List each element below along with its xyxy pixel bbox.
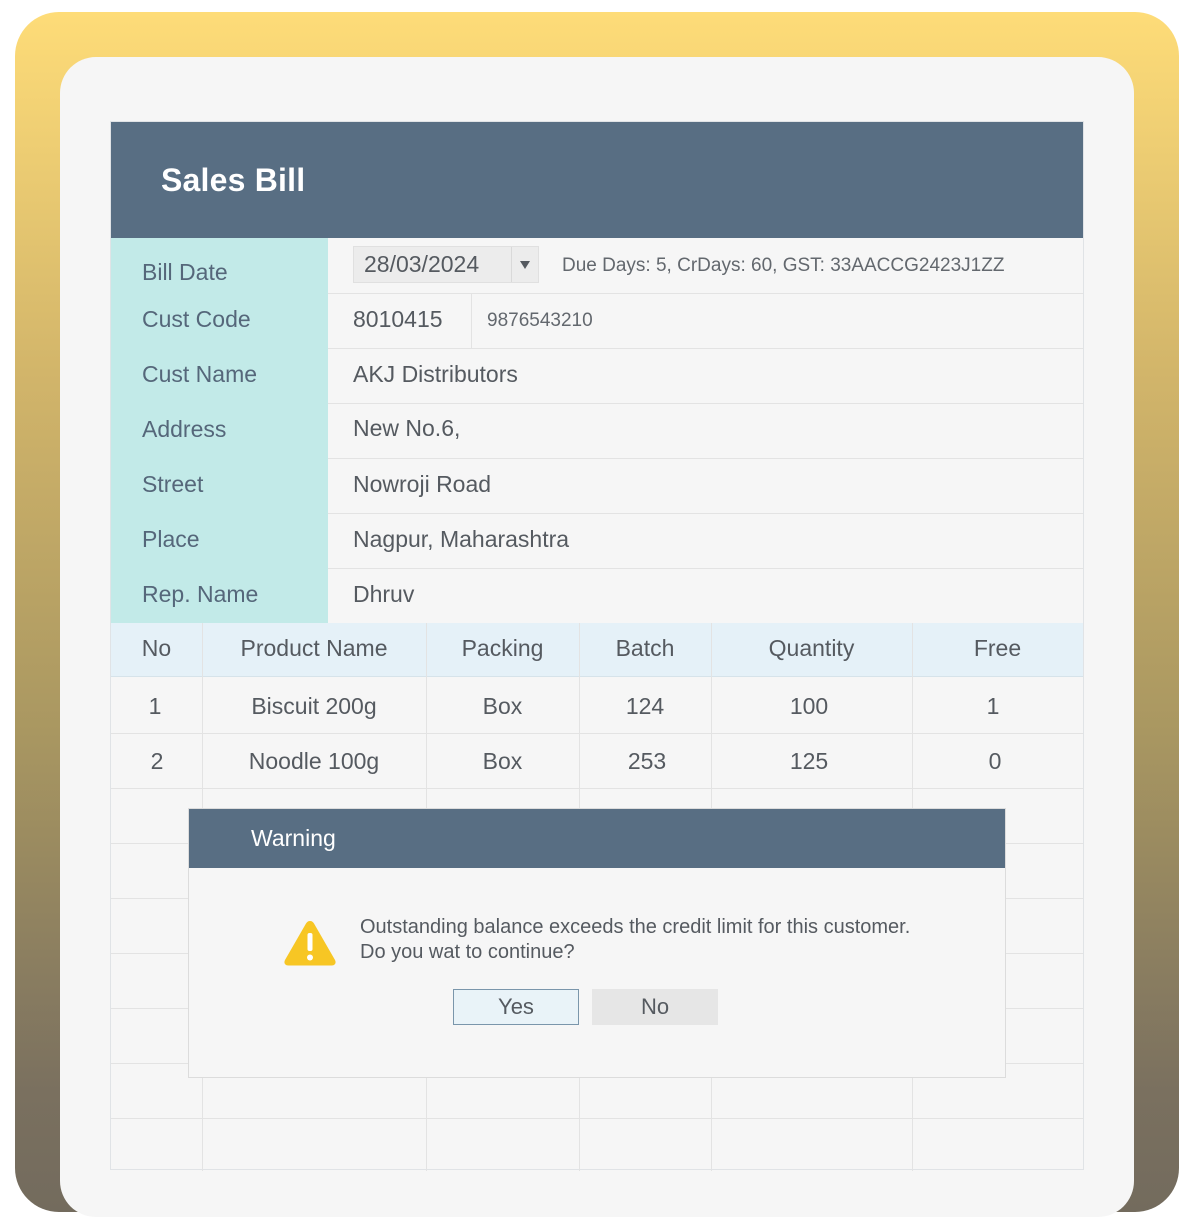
cell-free: 0 bbox=[988, 748, 1002, 774]
label-rep-name: Rep. Name bbox=[142, 581, 259, 607]
row-divider bbox=[328, 513, 1083, 514]
cell-packing: Box bbox=[482, 748, 523, 774]
bill-date-value: 28/03/2024 bbox=[364, 251, 480, 277]
cell-product-name: Noodle 100g bbox=[248, 748, 380, 774]
header-quantity: Quantity bbox=[768, 635, 855, 661]
label-bill-date: Bill Date bbox=[142, 259, 228, 285]
dialog-message: Outstanding balance exceeds the credit l… bbox=[360, 916, 911, 963]
window-title-bar: Sales Bill bbox=[111, 122, 1083, 238]
label-cust-name: Cust Name bbox=[142, 361, 258, 387]
cell-quantity: 125 bbox=[789, 748, 829, 774]
yes-button[interactable]: Yes bbox=[453, 989, 579, 1025]
cust-name-field[interactable]: AKJ Distributors bbox=[353, 361, 518, 388]
dialog-title: Warning bbox=[251, 825, 336, 851]
label-address: Address bbox=[142, 416, 227, 442]
date-picker-divider bbox=[511, 247, 512, 282]
cust-code-divider bbox=[471, 294, 472, 348]
header-no: No bbox=[141, 635, 172, 661]
cell-free: 1 bbox=[986, 693, 1000, 719]
label-cust-code: Cust Code bbox=[142, 306, 251, 332]
address-field[interactable]: New No.6, bbox=[353, 415, 460, 442]
header-packing: Packing bbox=[461, 635, 544, 661]
header-batch: Batch bbox=[615, 635, 675, 661]
cell-no: 2 bbox=[150, 748, 164, 774]
row-divider bbox=[111, 788, 1083, 789]
row-divider bbox=[111, 733, 1083, 734]
label-place: Place bbox=[142, 526, 200, 552]
warning-triangle-icon bbox=[284, 921, 336, 966]
row-divider bbox=[328, 293, 1083, 294]
label-street: Street bbox=[142, 471, 204, 497]
window-title: Sales Bill bbox=[161, 162, 306, 198]
cell-packing: Box bbox=[482, 693, 523, 719]
dialog-title-bar: Warning bbox=[189, 809, 1005, 868]
chevron-down-icon[interactable] bbox=[520, 261, 530, 269]
form-value-column: 28/03/2024 Due Days: 5, CrDays: 60, GST:… bbox=[328, 238, 1083, 623]
header-product-name: Product Name bbox=[240, 635, 388, 661]
cust-code-field[interactable]: 8010415 bbox=[353, 306, 443, 333]
cell-quantity: 100 bbox=[789, 693, 829, 719]
cell-batch: 124 bbox=[625, 693, 665, 719]
header-free: Free bbox=[973, 635, 1022, 661]
street-field[interactable]: Nowroji Road bbox=[353, 471, 491, 498]
place-field[interactable]: Nagpur, Maharashtra bbox=[353, 526, 569, 553]
row-divider bbox=[328, 568, 1083, 569]
no-button[interactable]: No bbox=[592, 989, 718, 1025]
cell-product-name: Biscuit 200g bbox=[251, 693, 377, 719]
row-divider bbox=[328, 348, 1083, 349]
row-divider bbox=[328, 458, 1083, 459]
due-info: Due Days: 5, CrDays: 60, GST: 33AACCG242… bbox=[562, 255, 1005, 276]
customer-phone: 9876543210 bbox=[487, 310, 593, 331]
row-divider bbox=[111, 1118, 1083, 1119]
bill-date-picker[interactable]: 28/03/2024 bbox=[353, 246, 539, 283]
bill-form: Bill Date Cust Code Cust Name Address St… bbox=[111, 238, 1083, 623]
form-label-column: Bill Date Cust Code Cust Name Address St… bbox=[111, 238, 328, 623]
cell-no: 1 bbox=[148, 693, 162, 719]
rep-name-field[interactable]: Dhruv bbox=[353, 581, 414, 608]
warning-dialog: Warning Outstanding balance exceeds the … bbox=[188, 808, 1006, 1078]
row-divider bbox=[328, 403, 1083, 404]
cell-batch: 253 bbox=[627, 748, 667, 774]
